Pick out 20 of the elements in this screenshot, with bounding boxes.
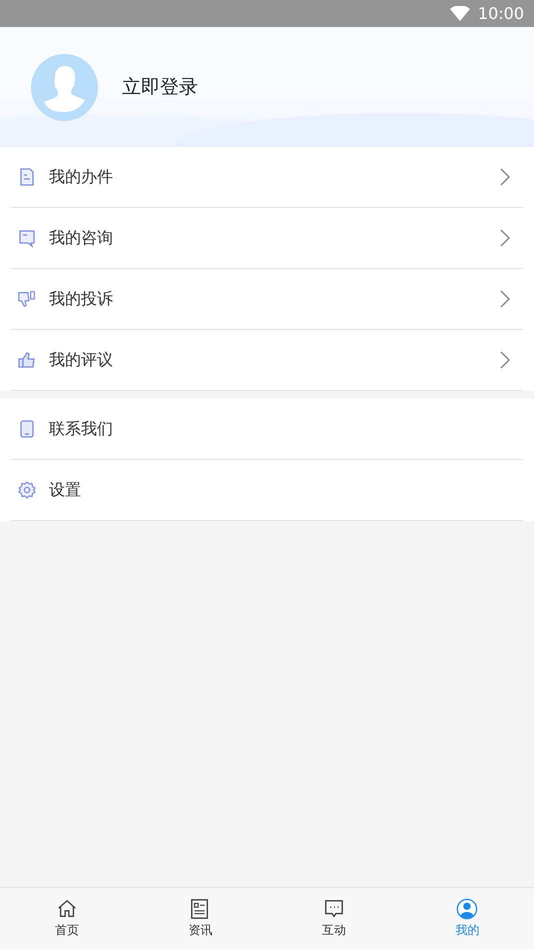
user-icon [456, 898, 478, 920]
tab[interactable]: 我的 [400, 888, 534, 949]
menu-item[interactable]: 我的办件 [11, 147, 523, 208]
login-link[interactable]: 立即登录 [122, 74, 198, 100]
menu-item[interactable]: 联系我们 [11, 399, 523, 460]
tab[interactable]: 互动 [267, 888, 400, 949]
menu-item[interactable]: 我的咨询 [11, 208, 523, 269]
menu-item[interactable]: 我的评议 [11, 330, 523, 391]
thumbs-up-icon [17, 350, 37, 370]
chat-icon [322, 898, 345, 920]
menu-item[interactable]: 我的投诉 [11, 269, 523, 330]
chat-icon [17, 228, 37, 248]
tab[interactable]: 首页 [0, 888, 134, 949]
home-icon [56, 898, 78, 920]
settings-icon [17, 480, 37, 500]
status-time: 10:00 [478, 4, 524, 23]
menu-item[interactable]: 设置 [11, 460, 523, 521]
thumbs-down-icon [17, 289, 37, 309]
tab[interactable]: 资讯 [134, 888, 267, 949]
wifi-icon [450, 6, 470, 22]
